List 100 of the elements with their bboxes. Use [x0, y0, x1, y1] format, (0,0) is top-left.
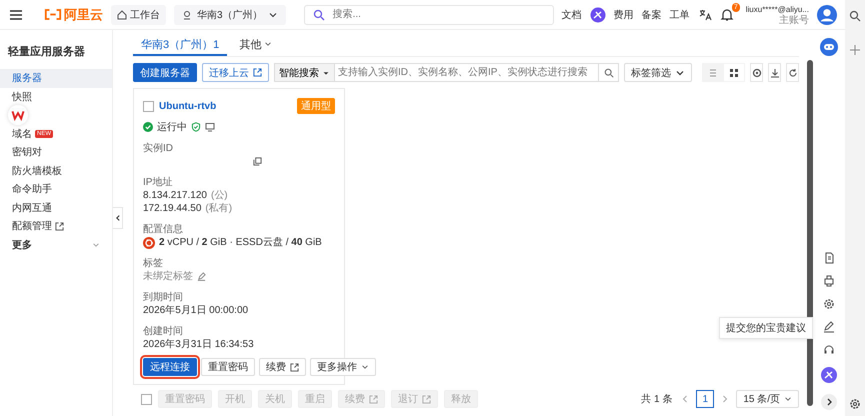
chevron-left-icon	[114, 214, 122, 222]
search-button[interactable]	[599, 63, 619, 82]
grid-view-button[interactable]	[724, 64, 744, 81]
search-icon	[312, 8, 325, 20]
workbench-button[interactable]: 工作台	[111, 4, 166, 24]
card-action-button[interactable]: 续费	[259, 358, 306, 376]
sidebar-item[interactable]: 命令助手	[0, 180, 112, 198]
ubuntu-icon	[143, 236, 155, 248]
shield-icon	[191, 122, 201, 132]
download-icon	[770, 68, 780, 78]
chevron-down-icon	[361, 363, 369, 371]
nav-link[interactable]: 文档	[562, 8, 582, 22]
tags-value: 未绑定标签	[143, 270, 193, 283]
sidebar-item[interactable]: 服务器	[0, 69, 112, 88]
external-link-icon	[253, 68, 262, 77]
headset-icon[interactable]	[823, 344, 835, 356]
expire-time: 2026年5月1日 00:00:00	[143, 304, 250, 317]
settings-icon	[752, 68, 762, 78]
refresh-icon	[788, 68, 798, 78]
external-link-icon	[55, 222, 64, 231]
external-link-icon	[422, 394, 431, 404]
settings-button[interactable]	[750, 63, 763, 82]
sidebar-item[interactable]: 配额管理	[0, 217, 112, 236]
create-server-button[interactable]: 创建服务器	[133, 63, 197, 82]
card-action-button[interactable]: 更多操作	[310, 358, 376, 376]
copy-icon[interactable]	[253, 157, 262, 166]
tag-filter-dropdown[interactable]: 标签筛选	[624, 63, 692, 82]
list-icon	[708, 68, 718, 78]
server-name-link[interactable]: Ubuntu-rtvb	[159, 100, 216, 112]
global-search-field[interactable]: 搜索...	[304, 4, 554, 24]
migrate-button[interactable]: 迁移上云	[202, 63, 269, 82]
instance-type-tag: 通用型	[297, 98, 335, 114]
remote-connect-button[interactable]: 远程连接	[143, 358, 197, 376]
collapse-button[interactable]	[113, 207, 123, 229]
printer-icon[interactable]	[823, 275, 835, 287]
search-icon[interactable]	[849, 10, 861, 22]
ip-address: 172.19.44.50	[143, 202, 202, 215]
search-icon	[604, 68, 614, 78]
chevron-down-icon	[784, 395, 792, 403]
created-time: 2026年3月31日 16:34:53	[143, 338, 255, 351]
select-all-checkbox[interactable]	[141, 394, 152, 404]
card-action-button[interactable]: 重置密码	[201, 358, 255, 376]
location-icon	[182, 10, 192, 20]
chevron-right-icon[interactable]	[821, 394, 837, 410]
page-size-dropdown[interactable]: 15 条/页	[736, 390, 799, 408]
edit-icon[interactable]	[823, 321, 835, 333]
chevron-down-icon	[92, 240, 100, 249]
monitor-icon	[205, 122, 215, 132]
field-label: 实例ID	[143, 143, 174, 155]
external-link-icon	[369, 394, 378, 404]
checkbox[interactable]	[143, 100, 154, 112]
settings-icon[interactable]	[849, 398, 861, 410]
bell-icon[interactable]	[720, 8, 734, 22]
document-icon[interactable]	[823, 252, 835, 264]
nav-link[interactable]: 备案	[642, 8, 662, 22]
sidebar-item[interactable]: 内网互通	[0, 198, 112, 217]
config-spec: 2 vCPU / 2 GiB · ESSD云盘 / 40 GiB	[159, 236, 322, 249]
account-role: 主账号	[779, 14, 809, 26]
home-icon	[117, 10, 127, 20]
field-label: 到期时间	[143, 292, 184, 304]
sidebar-item[interactable]: 更多	[0, 236, 112, 254]
nav-link[interactable]: 费用	[614, 8, 634, 22]
avatar-icon[interactable]	[817, 4, 837, 24]
sidebar-item[interactable]: 防火墙模板	[0, 162, 112, 180]
sidebar-item[interactable]: 密钥对	[0, 143, 112, 162]
refresh-button[interactable]	[786, 63, 799, 82]
running-status-icon	[143, 122, 153, 132]
grid-icon	[729, 68, 739, 78]
account-name: liuxu*****@aliyu...	[746, 4, 809, 14]
search-input[interactable]: 搜索...	[330, 8, 545, 21]
settings-icon[interactable]	[823, 298, 835, 310]
sidebar-item[interactable]: 快照	[0, 88, 112, 106]
sidebar-title: 轻量应用服务器	[6, 44, 86, 60]
tooltip: 提交您的宝贵建议	[719, 317, 813, 339]
region-dropdown[interactable]: 华南3（广州）	[174, 4, 286, 24]
nav-link[interactable]: 工单	[670, 8, 690, 22]
search-mode-dropdown[interactable]: 智能搜索	[274, 63, 334, 82]
ip-type-note: (公)	[210, 189, 228, 202]
total-count: 共 1 条	[641, 392, 672, 406]
instance-search-field[interactable]: 支持输入实例ID、实例名称、公网IP、实例状态进行搜索	[334, 63, 599, 82]
field-label: 创建时间	[143, 326, 184, 338]
region-tab[interactable]: 华南3（广州）1	[133, 34, 228, 56]
field-label: IP地址	[143, 177, 174, 189]
robot-icon[interactable]	[820, 38, 838, 56]
chevron-down-icon	[264, 40, 272, 48]
scrollbar-thumb[interactable]	[807, 60, 813, 406]
logo-icon	[44, 9, 62, 20]
ip-type-note: (私有)	[205, 202, 232, 215]
external-link-icon	[290, 362, 299, 372]
brand-name: 阿里云	[64, 6, 103, 24]
download-button[interactable]	[768, 63, 781, 82]
status-text: 运行中	[157, 120, 187, 134]
plus-icon[interactable]	[849, 44, 861, 56]
edit-icon[interactable]	[197, 272, 206, 281]
page-button[interactable]: 1	[696, 390, 714, 408]
translate-icon[interactable]	[698, 8, 712, 22]
region-tab[interactable]: 其他	[231, 34, 280, 56]
field-label: 配置信息	[143, 224, 184, 236]
ip-address: 8.134.217.120	[143, 189, 207, 202]
field-label: 标签	[143, 258, 164, 270]
